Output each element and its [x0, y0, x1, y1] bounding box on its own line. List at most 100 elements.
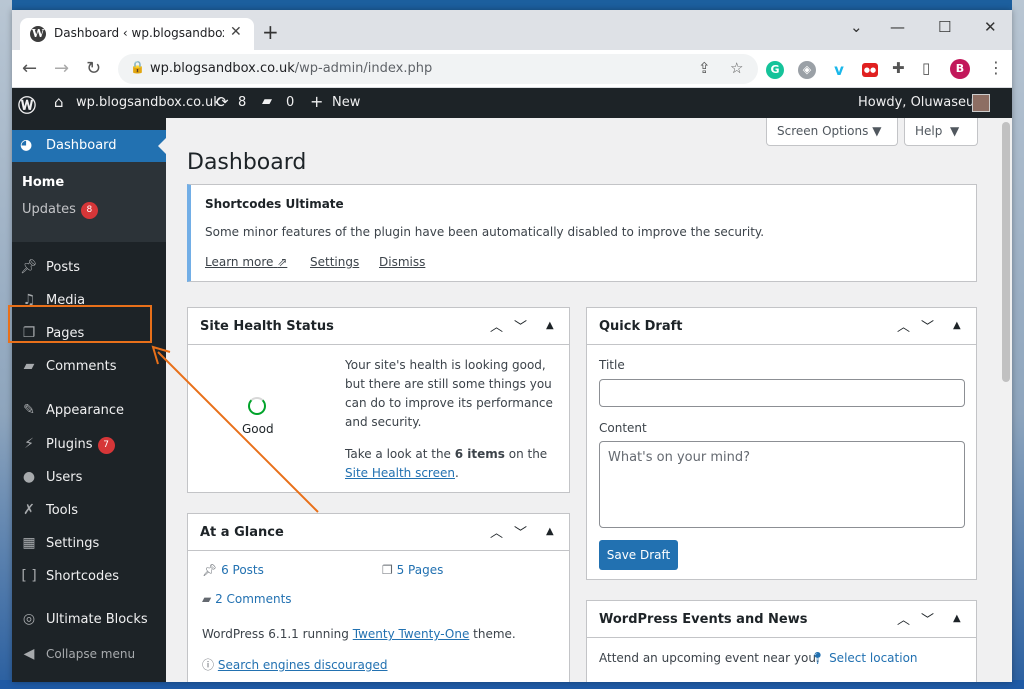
sidebar-item-tools[interactable]: ✗ Tools — [12, 496, 166, 528]
plugins-badge: 7 — [97, 437, 115, 454]
blocks-icon: ◎ — [22, 611, 36, 627]
triangle-down-icon: ▼ — [872, 124, 882, 138]
sidebar-item-label: Dashboard — [46, 138, 117, 153]
widget-title: WordPress Events and News — [599, 612, 808, 627]
sidebar-item-plugins[interactable]: ⚡︎ Plugins 7 — [12, 430, 166, 462]
user-avatar[interactable] — [972, 94, 990, 112]
toggle-panel-icon[interactable]: ▲ — [546, 320, 554, 331]
comments-icon[interactable]: ▰ — [262, 94, 272, 109]
move-up-icon[interactable]: ︿ — [490, 316, 503, 335]
external-link-icon: ⇗ — [277, 255, 288, 269]
browser-menu-icon[interactable]: ⋮ — [988, 58, 1004, 77]
new-tab-icon[interactable]: + — [262, 20, 279, 44]
maximize-icon[interactable]: ☐ — [938, 18, 951, 36]
at-a-glance-widget: At a Glance ︿ ﹀ ▲ 📌︎ 6 Posts ❐ 5 Pages ▰… — [187, 513, 570, 682]
updates-count[interactable]: 8 — [238, 95, 246, 110]
widget-title: At a Glance — [200, 525, 284, 540]
submenu-updates[interactable]: Updates 8 — [22, 202, 98, 219]
content-placeholder: What's on your mind? — [608, 450, 750, 465]
lock-icon[interactable]: 🔒 — [130, 60, 145, 74]
screen-options-button[interactable]: Screen Options ▼ — [766, 118, 898, 146]
toggle-panel-icon[interactable]: ▲ — [546, 526, 554, 537]
tab-close-icon[interactable]: ✕ — [230, 24, 242, 40]
updates-icon[interactable]: ⟳ — [216, 93, 229, 111]
wp-admin-bar: Ⓦ ⌂ wp.blogsandbox.co.uk ⟳ 8 ▰ 0 + New H… — [12, 88, 1012, 118]
address-bar[interactable]: 🔒 wp.blogsandbox.co.uk/wp-admin/index.ph… — [118, 54, 758, 84]
sidebar-item-users[interactable]: ● Users — [12, 463, 166, 495]
collapse-icon: ◀ — [23, 646, 35, 662]
settings-link[interactable]: Settings — [310, 253, 359, 272]
reload-icon[interactable]: ↻ — [86, 58, 101, 79]
page-scrollbar[interactable] — [1000, 118, 1012, 682]
widget-header: At a Glance ︿ ﹀ ▲ — [188, 514, 569, 551]
share-icon[interactable]: ⇪ — [698, 59, 711, 77]
draft-content-textarea[interactable]: What's on your mind? — [599, 441, 965, 528]
title-label: Title — [599, 358, 625, 372]
site-health-link[interactable]: Site Health screen — [345, 466, 455, 480]
extensions-puzzle-icon[interactable]: ✚ — [892, 59, 905, 77]
toggle-panel-icon[interactable]: ▲ — [953, 320, 961, 331]
minimize-icon[interactable]: — — [890, 18, 905, 36]
sidebar-item-appearance[interactable]: ✎ Appearance — [12, 396, 166, 428]
sidebar-item-comments[interactable]: ▰ Comments — [12, 352, 166, 384]
move-up-icon[interactable]: ︿ — [490, 522, 503, 541]
posts-count-link[interactable]: 📌︎ 6 Posts — [202, 561, 264, 580]
url-text: wp.blogsandbox.co.uk/wp-admin/index.php — [150, 61, 433, 76]
select-location-link[interactable]: 📍︎ Select location — [810, 649, 918, 668]
move-down-icon[interactable]: ﹀ — [921, 609, 934, 628]
sidebar-item-shortcodes[interactable]: [ ] Shortcodes — [12, 562, 166, 594]
dismiss-link[interactable]: Dismiss — [379, 253, 425, 272]
tab-title: Dashboard ‹ wp.blogsandbox.co.uk — WordP… — [54, 26, 224, 40]
sidebar-item-ultimate-blocks[interactable]: ◎ Ultimate Blocks — [12, 605, 166, 637]
pin-icon: 📌︎ — [20, 259, 38, 275]
main-content: Screen Options ▼ Help ▼ Dashboard Shortc… — [166, 118, 1000, 682]
shield-extension-icon[interactable]: ◈ — [798, 61, 816, 79]
move-down-icon[interactable]: ﹀ — [514, 522, 527, 541]
bookmark-star-icon[interactable]: ☆ — [730, 59, 743, 77]
comments-count-link[interactable]: ▰ 2 Comments — [202, 590, 292, 609]
search-engines-link[interactable]: ⓘ Search engines discouraged — [202, 656, 388, 675]
move-up-icon[interactable]: ︿ — [897, 609, 910, 628]
move-down-icon[interactable]: ﹀ — [514, 316, 527, 335]
draft-title-input[interactable] — [599, 379, 965, 407]
back-icon[interactable]: ← — [22, 58, 37, 79]
save-draft-button[interactable]: Save Draft — [599, 540, 678, 570]
side-panel-icon[interactable]: ▯ — [922, 59, 930, 77]
brackets-icon: [ ] — [21, 568, 37, 584]
triangle-down-icon: ▼ — [950, 124, 960, 138]
move-up-icon[interactable]: ︿ — [897, 316, 910, 335]
sidebar-item-settings[interactable]: ▦ Settings — [12, 529, 166, 561]
home-icon[interactable]: ⌂ — [54, 93, 64, 111]
info-icon: ⓘ — [202, 658, 215, 672]
forward-icon[interactable]: → — [54, 58, 69, 79]
record-extension-icon[interactable]: ●● — [862, 63, 878, 77]
comments-count[interactable]: 0 — [286, 95, 294, 110]
browser-tab[interactable]: W Dashboard ‹ wp.blogsandbox.co.uk — Wor… — [20, 18, 254, 50]
health-status-label: Good — [242, 422, 274, 436]
site-name-link[interactable]: wp.blogsandbox.co.uk — [76, 95, 221, 110]
tab-search-chevron-icon[interactable]: ⌄ — [850, 18, 863, 36]
vimeo-extension-icon[interactable]: v — [830, 61, 848, 79]
collapse-menu-button[interactable]: ◀ Collapse menu — [12, 640, 166, 672]
toggle-panel-icon[interactable]: ▲ — [953, 613, 961, 624]
grammarly-extension-icon[interactable]: G — [766, 61, 784, 79]
theme-link[interactable]: Twenty Twenty-One — [353, 627, 470, 641]
window-close-icon[interactable]: ✕ — [984, 18, 997, 36]
pages-count-link[interactable]: ❐ 5 Pages — [382, 561, 443, 580]
profile-avatar[interactable]: B — [950, 59, 970, 79]
sidebar-item-posts[interactable]: 📌︎ Posts — [12, 253, 166, 285]
wordpress-logo-icon[interactable]: Ⓦ — [18, 92, 36, 118]
plus-icon[interactable]: + — [310, 92, 323, 111]
howdy-greeting[interactable]: Howdy, Oluwaseun — [858, 95, 983, 110]
browser-window: W Dashboard ‹ wp.blogsandbox.co.uk — Wor… — [12, 10, 1012, 682]
move-down-icon[interactable]: ﹀ — [921, 316, 934, 335]
scrollbar-thumb[interactable] — [1002, 122, 1010, 382]
learn-more-link[interactable]: Learn more ⇗ — [205, 253, 287, 272]
submenu-home[interactable]: Home — [22, 175, 64, 190]
help-button[interactable]: Help ▼ — [904, 118, 978, 146]
widget-title: Quick Draft — [599, 319, 683, 334]
widget-title: Site Health Status — [200, 319, 334, 334]
location-pin-icon: 📍︎ — [810, 651, 826, 665]
new-content-link[interactable]: New — [332, 95, 360, 110]
sidebar-item-dashboard[interactable]: ◕ Dashboard — [12, 130, 166, 162]
